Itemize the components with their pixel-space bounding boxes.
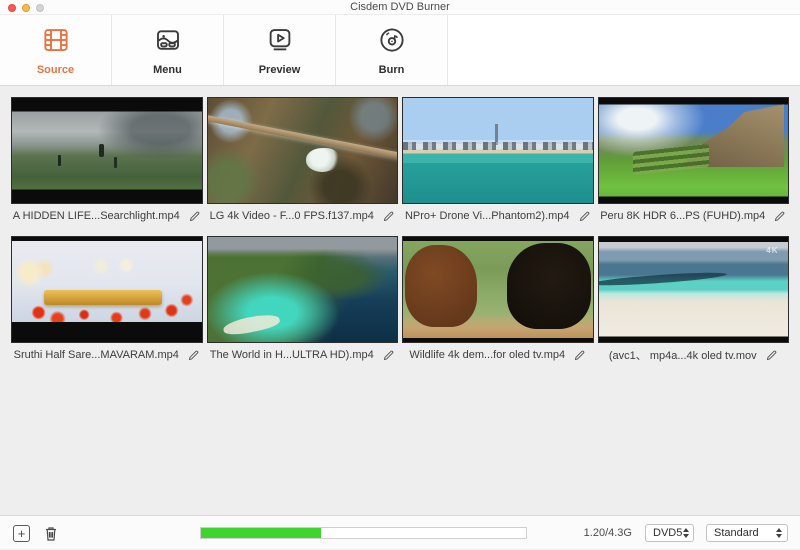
edit-pencil-icon[interactable] [773, 210, 786, 223]
video-tile: Wildlife 4k dem...for oled tv.mp4 [402, 236, 594, 363]
tab-preview[interactable]: Preview [224, 15, 336, 85]
video-filename: Peru 8K HDR 6...PS (FUHD).mp4 [600, 210, 765, 222]
stepper-arrows-icon [682, 528, 693, 538]
4k-watermark: 4K [766, 246, 778, 255]
video-tile: Peru 8K HDR 6...PS (FUHD).mp4 [598, 97, 790, 224]
film-strip-icon [41, 25, 71, 60]
stepper-arrows-icon [774, 528, 787, 538]
edit-pencil-icon[interactable] [573, 349, 586, 362]
video-filename: (avc1、 mp4a...4k oled tv.mov [609, 347, 757, 363]
status-bar: + 1.20/4.3G DVD5 Standard [0, 515, 800, 549]
disc-type-select[interactable]: DVD5 [645, 524, 694, 542]
quality-select[interactable]: Standard [706, 524, 788, 542]
video-thumbnail[interactable] [11, 97, 203, 204]
capacity-label: 1.20/4.3G [584, 516, 632, 550]
video-thumbnail[interactable] [402, 236, 594, 343]
video-thumbnail[interactable] [402, 97, 594, 204]
edit-pencil-icon[interactable] [187, 349, 200, 362]
edit-pencil-icon[interactable] [578, 210, 591, 223]
video-thumbnail[interactable]: 4K [598, 236, 790, 343]
video-tile: A HIDDEN LIFE...Searchlight.mp4 [11, 97, 203, 224]
preview-player-icon [265, 25, 295, 60]
edit-pencil-icon[interactable] [382, 349, 395, 362]
trash-icon [43, 525, 59, 542]
video-thumbnail[interactable] [207, 97, 399, 204]
tab-preview-label: Preview [259, 64, 301, 76]
capacity-bar [200, 527, 527, 539]
video-filename: A HIDDEN LIFE...Searchlight.mp4 [13, 210, 180, 222]
title-bar: Cisdem DVD Burner [0, 0, 800, 15]
video-filename: The World in H...ULTRA HD).mp4 [210, 349, 374, 361]
edit-pencil-icon[interactable] [382, 210, 395, 223]
quality-value: Standard [707, 527, 774, 539]
video-tile: Sruthi Half Sare...MAVARAM.mp4 [11, 236, 203, 363]
video-thumbnail[interactable] [207, 236, 399, 343]
video-grid-area: A HIDDEN LIFE...Searchlight.mp4 LG 4k Vi… [0, 86, 800, 514]
video-grid: A HIDDEN LIFE...Searchlight.mp4 LG 4k Vi… [11, 97, 789, 363]
edit-pencil-icon[interactable] [188, 210, 201, 223]
video-tile: NPro+ Drone Vi...Phantom2).mp4 [402, 97, 594, 224]
disc-type-value: DVD5 [646, 527, 682, 539]
toolbar-spacer [448, 15, 800, 85]
tab-burn-label: Burn [379, 64, 405, 76]
plus-icon: + [18, 527, 26, 540]
video-filename: Sruthi Half Sare...MAVARAM.mp4 [14, 349, 179, 361]
tab-burn[interactable]: Burn [336, 15, 448, 85]
add-video-button[interactable]: + [13, 525, 30, 542]
tab-source[interactable]: Source [0, 15, 112, 85]
disc-icon [377, 25, 407, 60]
main-toolbar: Source Menu Preview [0, 15, 800, 86]
video-thumbnail[interactable] [598, 97, 790, 204]
video-filename: LG 4k Video - F...0 FPS.f137.mp4 [210, 210, 374, 222]
edit-pencil-icon[interactable] [765, 349, 778, 362]
video-tile: LG 4k Video - F...0 FPS.f137.mp4 [207, 97, 399, 224]
capacity-bar-fill [201, 528, 321, 538]
video-tile: 4K (avc1、 mp4a...4k oled tv.mov [598, 236, 790, 363]
tab-source-label: Source [37, 64, 74, 76]
menu-template-icon [153, 25, 183, 60]
video-filename: NPro+ Drone Vi...Phantom2).mp4 [405, 210, 570, 222]
tab-menu[interactable]: Menu [112, 15, 224, 85]
video-tile: The World in H...ULTRA HD).mp4 [207, 236, 399, 363]
video-filename: Wildlife 4k dem...for oled tv.mp4 [409, 349, 565, 361]
tab-menu-label: Menu [153, 64, 182, 76]
window-title: Cisdem DVD Burner [0, 0, 800, 15]
delete-video-button[interactable] [42, 525, 59, 542]
video-thumbnail[interactable] [11, 236, 203, 343]
